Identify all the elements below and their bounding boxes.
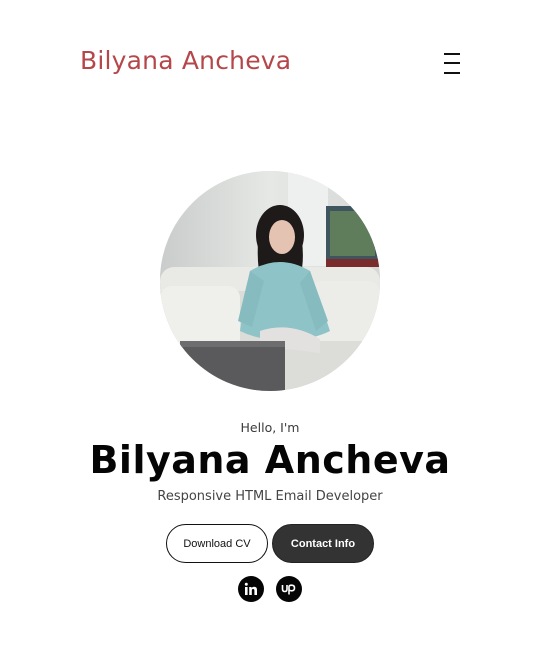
upwork-link[interactable]: [276, 576, 302, 602]
hamburger-menu-icon-line: [444, 72, 460, 74]
profile-photo-illustration: [160, 171, 380, 391]
linkedin-link[interactable]: [238, 576, 264, 602]
upwork-icon: [281, 584, 296, 595]
hamburger-menu-icon: [444, 53, 460, 55]
linkedin-icon: [244, 582, 257, 595]
download-cv-button[interactable]: Download CV: [166, 524, 268, 563]
greeting-text: Hello, I'm: [240, 420, 300, 435]
brand-logo-text[interactable]: Bilyana Ancheva: [80, 46, 291, 75]
contact-info-button[interactable]: Contact Info: [272, 524, 374, 563]
menu-button[interactable]: [441, 52, 463, 76]
site-header: Bilyana Ancheva: [0, 0, 545, 120]
profile-photo: [160, 171, 380, 391]
hero-role: Responsive HTML Email Developer: [157, 489, 383, 504]
hamburger-menu-icon-line: [444, 62, 460, 64]
hero-name: Bilyana Ancheva: [89, 438, 451, 482]
